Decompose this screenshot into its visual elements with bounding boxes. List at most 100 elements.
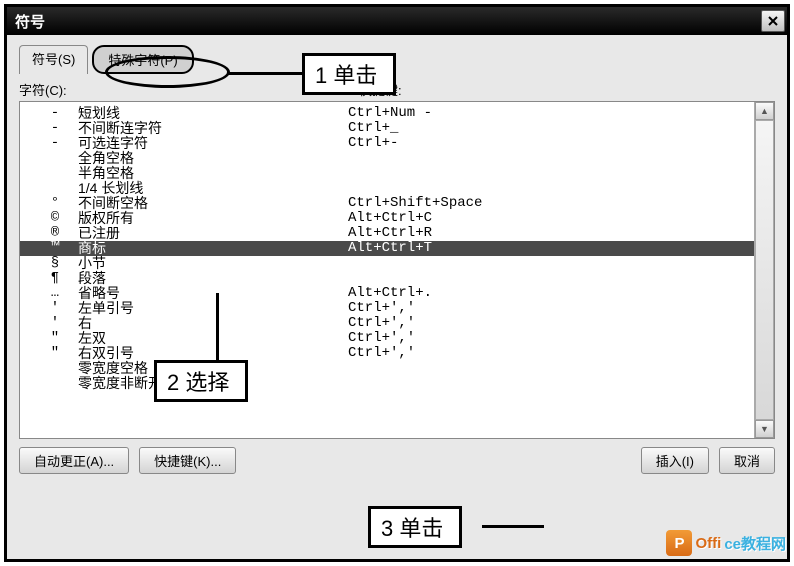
list-item-shortcut	[348, 361, 750, 376]
list-item[interactable]: -短划线Ctrl+Num -	[20, 106, 754, 121]
callout-3: 3 单击	[368, 506, 462, 548]
annotation-line-3	[482, 525, 544, 528]
tab-symbols[interactable]: 符号(S)	[19, 45, 88, 74]
list-item[interactable]: 半角空格	[20, 166, 754, 181]
list-item[interactable]: 全角空格	[20, 151, 754, 166]
watermark-icon: P	[666, 530, 692, 556]
list-item[interactable]: ¶段落	[20, 271, 754, 286]
shortcut-key-button[interactable]: 快捷键(K)...	[139, 447, 236, 474]
tab-special-label: 特殊字符(P)	[108, 53, 177, 68]
list-item-name: 不间断空格	[78, 196, 348, 211]
list-item[interactable]: 零宽度非断开空格	[20, 376, 754, 391]
tab-symbols-label: 符号(S)	[32, 52, 75, 67]
list-item[interactable]: "左双 Ctrl+','	[20, 331, 754, 346]
list-item-shortcut	[348, 166, 750, 181]
tab-special[interactable]: 特殊字符(P)	[92, 45, 193, 74]
list-item-symbol: -	[32, 106, 78, 121]
list-item-symbol	[32, 151, 78, 166]
scroll-up-button[interactable]: ▲	[755, 102, 774, 120]
list-item[interactable]: ©版权所有Alt+Ctrl+C	[20, 211, 754, 226]
list-item[interactable]: 零宽度空格	[20, 361, 754, 376]
autocorrect-button[interactable]: 自动更正(A)...	[19, 447, 129, 474]
list-item-name: 左双	[78, 331, 348, 346]
list-item-name: 段落	[78, 271, 348, 286]
special-char-listbox[interactable]: -短划线Ctrl+Num --不间断连字符Ctrl+_-可选连字符Ctrl+- …	[19, 101, 775, 439]
list-item-symbol	[32, 376, 78, 391]
list-item[interactable]: '右 Ctrl+','	[20, 316, 754, 331]
list-item[interactable]: 1/4 长划线	[20, 181, 754, 196]
list-item[interactable]: …省略号Alt+Ctrl+.	[20, 286, 754, 301]
list-item-symbol: -	[32, 136, 78, 151]
list-item-symbol: -	[32, 121, 78, 136]
list-item-name: 版权所有	[78, 211, 348, 226]
insert-button[interactable]: 插入(I)	[641, 447, 709, 474]
list-item-shortcut: Ctrl+_	[348, 121, 750, 136]
list-item-name: 小节	[78, 256, 348, 271]
list-item[interactable]: -不间断连字符Ctrl+_	[20, 121, 754, 136]
list-item-name: 省略号	[78, 286, 348, 301]
scrollbar[interactable]: ▲ ▼	[754, 102, 774, 438]
list-item-symbol: '	[32, 316, 78, 331]
list-item-shortcut: Ctrl+','	[348, 316, 750, 331]
column-headers: 字符(C): 快捷键:	[19, 80, 775, 99]
list-item[interactable]: §小节	[20, 256, 754, 271]
scroll-thumb[interactable]	[755, 120, 774, 420]
list-item-symbol	[32, 181, 78, 196]
callout-1: 1 单击	[302, 53, 396, 95]
list-item-shortcut: Ctrl+Num -	[348, 106, 750, 121]
list-item-name: 全角空格	[78, 151, 348, 166]
list-item-shortcut: Ctrl+','	[348, 346, 750, 361]
list-item[interactable]: ®已注册Alt+Ctrl+R	[20, 226, 754, 241]
dialog-content: 符号(S) 特殊字符(P) 字符(C): 快捷键: -短划线Ctrl+Num -…	[7, 35, 787, 559]
list-item-shortcut	[348, 376, 750, 391]
list-item-symbol: ®	[32, 226, 78, 241]
list-item-name: 右双引号	[78, 346, 348, 361]
annotation-line-1	[228, 72, 306, 75]
list-item-symbol	[32, 361, 78, 376]
watermark-text-2: ce教程网	[724, 533, 786, 554]
list-item-shortcut	[348, 151, 750, 166]
watermark: P Office教程网	[666, 530, 786, 556]
list-item-shortcut: Ctrl+-	[348, 136, 750, 151]
list-item-shortcut	[348, 256, 750, 271]
list-item-name: 半角空格	[78, 166, 348, 181]
list-item-name: 1/4 长划线	[78, 181, 348, 196]
list-item[interactable]: ™商标Alt+Ctrl+T	[20, 241, 754, 256]
list-item[interactable]: "右双引号Ctrl+','	[20, 346, 754, 361]
list-item-name: 不间断连字符	[78, 121, 348, 136]
list-item-name: 已注册	[78, 226, 348, 241]
cancel-button[interactable]: 取消	[719, 447, 775, 474]
list-item-symbol: §	[32, 256, 78, 271]
close-button[interactable]	[761, 10, 785, 32]
annotation-line-2	[216, 293, 219, 365]
tabs: 符号(S) 特殊字符(P)	[19, 45, 775, 74]
list-item-shortcut: Ctrl+','	[348, 331, 750, 346]
list-item[interactable]: -可选连字符Ctrl+-	[20, 136, 754, 151]
list-item-shortcut: Alt+Ctrl+T	[348, 241, 750, 256]
listbox-rows: -短划线Ctrl+Num --不间断连字符Ctrl+_-可选连字符Ctrl+- …	[20, 102, 754, 438]
titlebar: 符号	[7, 7, 787, 35]
callout-3-text: 3 单击	[381, 511, 443, 543]
header-shortcut: 快捷键:	[359, 80, 775, 99]
watermark-text-1: Offi	[695, 535, 721, 552]
list-item-symbol	[32, 166, 78, 181]
list-item-symbol: ™	[32, 241, 78, 256]
dialog-window: 符号 符号(S) 特殊字符(P) 字符(C): 快捷键: -短划线Ctrl+Nu…	[4, 4, 790, 562]
list-item-name: 右	[78, 316, 348, 331]
callout-2: 2 选择	[154, 360, 248, 402]
scroll-down-button[interactable]: ▼	[755, 420, 774, 438]
close-icon	[768, 16, 778, 26]
list-item-name: 商标	[78, 241, 348, 256]
callout-1-text: 1 单击	[315, 58, 377, 90]
list-item-symbol: "	[32, 346, 78, 361]
bottom-buttons: 自动更正(A)... 快捷键(K)... 插入(I) 取消	[19, 447, 775, 474]
list-item[interactable]: °不间断空格Ctrl+Shift+Space	[20, 196, 754, 211]
list-item-symbol: °	[32, 196, 78, 211]
list-item-name: 左单引号	[78, 301, 348, 316]
list-item-shortcut: Alt+Ctrl+.	[348, 286, 750, 301]
dialog-title: 符号	[15, 11, 45, 32]
list-item-symbol: ¶	[32, 271, 78, 286]
list-item-shortcut: Ctrl+','	[348, 301, 750, 316]
list-item[interactable]: '左单引号Ctrl+','	[20, 301, 754, 316]
list-item-shortcut	[348, 271, 750, 286]
